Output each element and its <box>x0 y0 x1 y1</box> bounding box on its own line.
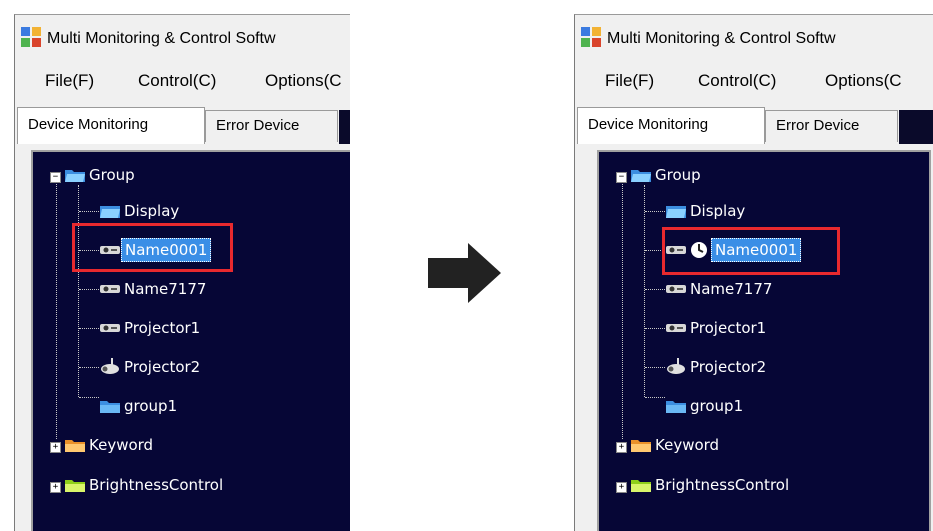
tree-node-group[interactable]: Group <box>64 162 138 188</box>
projector-icon <box>100 285 120 293</box>
highlight-box <box>72 223 233 272</box>
tree-node-label: BrightnessControl <box>89 476 224 494</box>
title-bar: Multi Monitoring & Control Softw <box>15 15 350 61</box>
tree-node-brightnesscontrol[interactable]: BrightnessControl <box>64 472 226 498</box>
folder-open-icon <box>631 170 651 182</box>
tree-node-label: group1 <box>124 397 178 415</box>
tree-node-keyword[interactable]: Keyword <box>630 432 722 458</box>
tree-container: − Group Display Name0001 Name7177 Projec… <box>575 145 933 531</box>
tree-node-projector2[interactable]: Projector2 <box>665 354 769 380</box>
before-window: Multi Monitoring & Control Softw File(F)… <box>14 14 350 531</box>
window-title: Multi Monitoring & Control Softw <box>607 30 836 47</box>
folder-icon <box>65 480 85 492</box>
tree-node-label: Projector1 <box>690 319 767 337</box>
tree-connector <box>79 328 99 329</box>
tree-node-label: Display <box>690 202 746 220</box>
folder-icon <box>65 440 85 452</box>
tab-device-monitoring[interactable]: Device Monitoring <box>577 107 765 144</box>
highlight-box <box>662 227 840 275</box>
tree-node-group[interactable]: Group <box>630 162 704 188</box>
tree-node-display[interactable]: Display <box>665 198 748 224</box>
tab-error-device[interactable]: Error Device <box>205 110 338 142</box>
tree-node-projector2[interactable]: Projector2 <box>99 354 203 380</box>
tab-bar: Device Monitoring Error Device <box>15 105 350 146</box>
tree-connector <box>56 179 57 439</box>
menu-file[interactable]: File(F) <box>45 71 94 91</box>
tree-node-label: Group <box>89 166 135 184</box>
folder-icon <box>666 401 686 413</box>
tree-node-name7177[interactable]: Name7177 <box>665 276 775 302</box>
display-icon <box>100 206 120 218</box>
tree-node-label: Projector2 <box>690 358 767 376</box>
tree-node-label: BrightnessControl <box>655 476 790 494</box>
tree-node-label: Projector2 <box>124 358 201 376</box>
tree-node-brightnesscontrol[interactable]: BrightnessControl <box>630 472 792 498</box>
device-tree: − Group Display Name0001 Name7177 Projec… <box>597 150 931 531</box>
ceiling-projector-icon <box>101 358 119 374</box>
folder-icon <box>100 401 120 413</box>
app-icon <box>581 27 601 47</box>
tree-node-projector1[interactable]: Projector1 <box>665 315 769 341</box>
menu-options[interactable]: Options(C <box>265 71 342 91</box>
expand-toggle[interactable]: + <box>50 482 61 493</box>
device-tree: − Group Display Name0001 Name7177 Projec… <box>31 150 350 531</box>
ceiling-projector-icon <box>667 358 685 374</box>
projector-icon <box>100 324 120 332</box>
tree-connector <box>644 185 645 397</box>
tab-overflow <box>899 110 933 144</box>
title-bar: Multi Monitoring & Control Softw <box>575 15 933 61</box>
menu-options[interactable]: Options(C <box>825 71 902 91</box>
window-title: Multi Monitoring & Control Softw <box>47 30 276 47</box>
projector-icon <box>666 324 686 332</box>
menu-bar: File(F) Control(C) Options(C <box>15 61 350 105</box>
tree-node-label: Name7177 <box>124 280 207 298</box>
tree-node-label: Keyword <box>655 436 720 454</box>
folder-icon <box>631 440 651 452</box>
tree-connector <box>645 211 665 212</box>
tree-node-label: Projector1 <box>124 319 201 337</box>
tab-error-device[interactable]: Error Device <box>765 110 898 142</box>
app-icon <box>21 27 41 47</box>
tree-connector <box>79 289 99 290</box>
tree-connector <box>78 185 79 397</box>
menu-bar: File(F) Control(C) Options(C <box>575 61 933 105</box>
tab-bar: Device Monitoring Error Device <box>575 105 933 146</box>
tree-connector <box>622 179 623 439</box>
tree-node-label: Keyword <box>89 436 154 454</box>
tree-node-label: Name7177 <box>690 280 773 298</box>
collapse-toggle[interactable]: − <box>616 172 627 183</box>
collapse-toggle[interactable]: − <box>50 172 61 183</box>
tree-node-name7177[interactable]: Name7177 <box>99 276 209 302</box>
menu-file[interactable]: File(F) <box>605 71 654 91</box>
projector-icon <box>666 285 686 293</box>
tree-node-display[interactable]: Display <box>99 198 182 224</box>
tree-connector <box>79 397 99 398</box>
expand-toggle[interactable]: + <box>616 442 627 453</box>
tree-node-projector1[interactable]: Projector1 <box>99 315 203 341</box>
display-icon <box>666 206 686 218</box>
menu-control[interactable]: Control(C) <box>698 71 776 91</box>
tree-node-label: group1 <box>690 397 744 415</box>
tree-connector <box>645 367 665 368</box>
folder-open-icon <box>65 170 85 182</box>
tab-overflow <box>339 110 350 144</box>
expand-toggle[interactable]: + <box>616 482 627 493</box>
tree-node-keyword[interactable]: Keyword <box>64 432 156 458</box>
menu-control[interactable]: Control(C) <box>138 71 216 91</box>
tree-node-group1[interactable]: group1 <box>99 393 180 419</box>
tree-node-group1[interactable]: group1 <box>665 393 746 419</box>
tree-connector <box>645 289 665 290</box>
tab-device-monitoring[interactable]: Device Monitoring <box>17 107 205 144</box>
tree-connector <box>79 211 99 212</box>
folder-icon <box>631 480 651 492</box>
expand-toggle[interactable]: + <box>50 442 61 453</box>
tree-container: − Group Display Name0001 Name7177 Projec… <box>15 145 350 531</box>
tree-connector <box>645 397 665 398</box>
tree-connector <box>645 328 665 329</box>
tree-node-label: Group <box>655 166 701 184</box>
tree-node-label: Display <box>124 202 180 220</box>
right-arrow-icon <box>428 243 501 303</box>
tree-connector <box>79 367 99 368</box>
